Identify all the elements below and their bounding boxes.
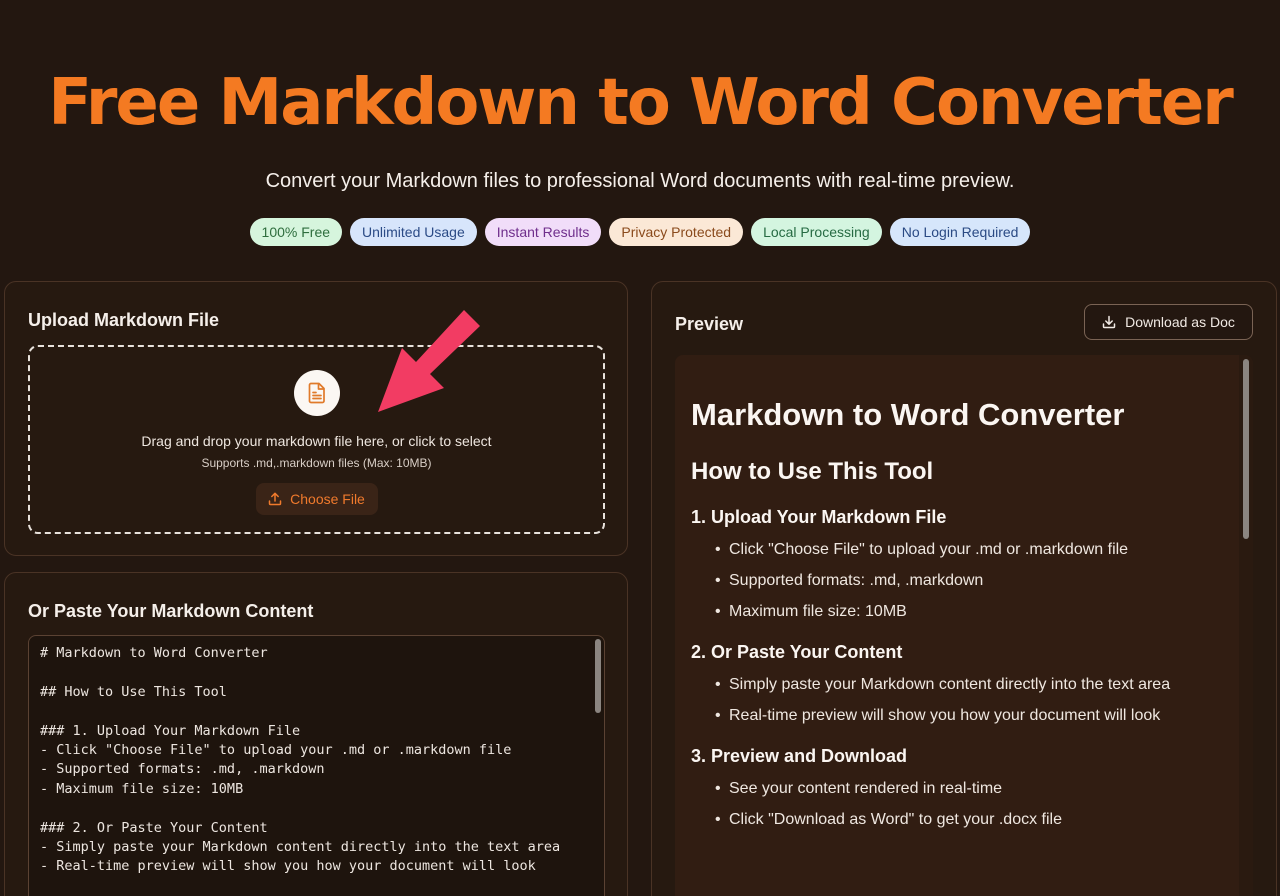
preview-card: Preview Download as Doc Markdown to Word… <box>651 281 1277 896</box>
preview-section-heading: 2. Or Paste Your Content <box>691 642 903 662</box>
badge-no-login: No Login Required <box>889 218 1031 246</box>
badge-unlimited: Unlimited Usage <box>350 218 477 246</box>
preview-scrollbar-track[interactable] <box>1239 355 1253 896</box>
preview-list: See your content rendered in real-time C… <box>691 779 1237 830</box>
badge-privacy: Privacy Protected <box>609 218 744 246</box>
list-item: Click "Download as Word" to get your .do… <box>715 810 1237 830</box>
list-item: Simply paste your Markdown content direc… <box>715 675 1237 695</box>
preview-pane: Markdown to Word Converter How to Use Th… <box>675 355 1253 896</box>
file-icon <box>308 382 325 404</box>
badge-free: 100% Free <box>249 218 343 246</box>
textarea-scrollbar[interactable] <box>595 639 601 713</box>
preview-scrollbar-thumb[interactable] <box>1243 359 1249 539</box>
list-item: Real-time preview will show you how your… <box>715 706 1237 726</box>
page-title: Free Markdown to Word Converter <box>48 66 1234 140</box>
download-doc-label: Download as Doc <box>1125 314 1235 330</box>
choose-file-label: Choose File <box>290 491 365 507</box>
preview-heading-1: Markdown to Word Converter <box>691 397 1125 432</box>
list-item: Maximum file size: 10MB <box>715 602 1237 622</box>
download-icon <box>1102 315 1116 329</box>
hero: Free Markdown to Word Converter Convert … <box>0 0 1280 246</box>
list-item: Click "Choose File" to upload your .md o… <box>715 540 1237 560</box>
annotation-arrow-icon <box>378 310 480 412</box>
paste-card: Or Paste Your Markdown Content # Markdow… <box>4 572 628 896</box>
markdown-textarea[interactable]: # Markdown to Word Converter ## How to U… <box>28 635 605 896</box>
preview-list: Click "Choose File" to upload your .md o… <box>691 540 1237 622</box>
upload-icon <box>268 492 282 506</box>
file-icon-circle <box>293 370 340 416</box>
download-doc-button[interactable]: Download as Doc <box>1084 304 1253 340</box>
preview-title: Preview <box>675 314 744 334</box>
preview-section-heading: 1. Upload Your Markdown File <box>691 507 947 527</box>
preview-section-heading: 3. Preview and Download <box>691 746 908 766</box>
list-item: See your content rendered in real-time <box>715 779 1237 799</box>
preview-heading-2: How to Use This Tool <box>691 458 934 485</box>
preview-list: Simply paste your Markdown content direc… <box>691 675 1237 726</box>
feature-badges: 100% Free Unlimited Usage Instant Result… <box>0 218 1280 246</box>
file-dropzone[interactable]: Drag and drop your markdown file here, o… <box>28 345 605 534</box>
choose-file-button[interactable]: Choose File <box>255 483 378 515</box>
list-item: Supported formats: .md, .markdown <box>715 571 1237 591</box>
dropzone-file-limits: Supports .md,.markdown files (Max: 10MB) <box>201 456 432 470</box>
badge-local: Local Processing <box>751 218 882 246</box>
badge-instant: Instant Results <box>484 218 602 246</box>
dropzone-instructions: Drag and drop your markdown file here, o… <box>141 433 492 449</box>
upload-card: Upload Markdown File Drag and drop your … <box>4 281 628 556</box>
upload-title: Upload Markdown File <box>28 310 220 330</box>
paste-title: Or Paste Your Markdown Content <box>28 601 314 621</box>
page-subtitle: Convert your Markdown files to professio… <box>265 170 1015 192</box>
